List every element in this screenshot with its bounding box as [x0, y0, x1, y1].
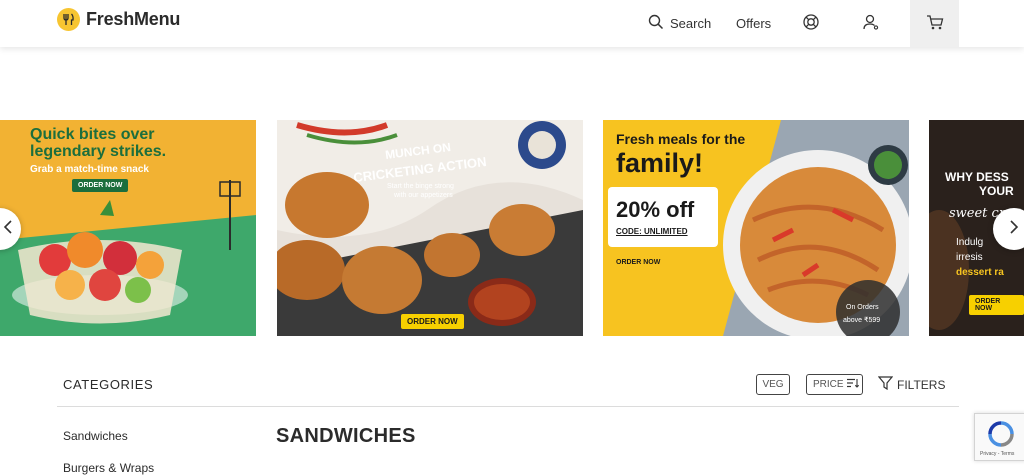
offers-label: Offers	[736, 16, 772, 31]
banner-3-note-line2: above ₹599	[843, 317, 881, 324]
brand-logo[interactable]: FreshMenu	[57, 8, 180, 31]
promo-banner-match-snack[interactable]: Quick bites over legendary strikes. Grab…	[0, 120, 256, 336]
promo-banner-family-meals[interactable]: Fresh meals for the family! 20% off CODE…	[603, 120, 909, 336]
banner-3-headline-line1: Fresh meals for the	[616, 131, 746, 147]
promo-banner-munch-cricket[interactable]: MUNCH ON CRICKETING ACTION Start the bin…	[277, 120, 583, 336]
search-label: Search	[670, 16, 712, 31]
banner-1-headline: Quick bites over legendary strikes.	[30, 126, 167, 160]
banner-1-order-button[interactable]: ORDER NOW	[72, 179, 129, 192]
cart-icon	[926, 13, 944, 34]
banner-3-headline-line2: family!	[616, 148, 704, 178]
recaptcha-icon	[988, 421, 1014, 452]
price-label: PRICE	[813, 379, 844, 390]
price-sort-chip[interactable]: PRICE	[806, 374, 863, 395]
categories-title: CATEGORIES	[63, 377, 154, 392]
recaptcha-badge[interactable]: Privacy - Terms	[974, 413, 1024, 461]
sidebar-item-sandwiches[interactable]: Sandwiches	[63, 429, 128, 443]
section-title: SANDWICHES	[276, 425, 416, 447]
brand-name: FreshMenu	[86, 9, 181, 29]
offers-nav-item[interactable]: Offers	[736, 0, 771, 47]
banner-3-order-button[interactable]: ORDER NOW	[616, 259, 660, 266]
sidebar-item-burgers-wraps[interactable]: Burgers & Wraps	[63, 461, 154, 475]
banner-4-line5: irresis	[956, 252, 983, 263]
banner-3-code: CODE: UNLIMITED	[616, 227, 688, 236]
banner-3-discount: 20% off	[616, 197, 695, 222]
banner-2-order-button[interactable]: ORDER NOW	[401, 314, 464, 329]
lifebuoy-icon	[802, 13, 820, 34]
banner-4-line4: Indulg	[956, 237, 984, 248]
account-nav-item[interactable]	[862, 0, 880, 47]
banner-4-line2: YOUR	[979, 184, 1014, 198]
banner-1-subtitle: Grab a match-time snack	[30, 164, 149, 175]
veg-label: VEG	[762, 379, 784, 390]
banner-3-offer-card: 20% off CODE: UNLIMITED	[608, 187, 718, 247]
chevron-left-icon	[3, 219, 13, 240]
sort-icon	[846, 378, 859, 391]
banner-2-subtitle-line1: Start the binge strong	[387, 183, 454, 190]
recaptcha-footer[interactable]: Privacy - Terms	[980, 451, 1014, 457]
filters-label: FILTERS	[897, 377, 946, 392]
veg-filter-chip[interactable]: VEG	[756, 374, 790, 395]
freshmenu-logo-icon	[57, 8, 80, 31]
promo-carousel: Quick bites over legendary strikes. Grab…	[0, 120, 1024, 337]
cart-nav-item[interactable]	[910, 0, 959, 47]
funnel-icon	[877, 376, 894, 393]
categories-filter-bar: CATEGORIES VEG PRICE FILTERS	[57, 364, 959, 407]
search-nav-item[interactable]: Search	[648, 0, 711, 47]
banner-4-order-button[interactable]: ORDER NOW	[969, 295, 1024, 315]
chevron-right-icon	[1009, 219, 1019, 240]
banner-4-line1: WHY DESS	[945, 170, 1009, 184]
help-nav-item[interactable]	[802, 0, 820, 47]
user-icon	[862, 13, 880, 34]
banner-3-note-line1: On Orders	[846, 304, 879, 311]
banner-4-line6: dessert ra	[956, 267, 1004, 278]
banner-2-subtitle-line2: with our appetizers	[394, 192, 453, 199]
filters-button[interactable]: FILTERS	[877, 376, 946, 393]
search-icon	[648, 14, 664, 33]
top-header: FreshMenu Search Offers	[0, 0, 1024, 47]
